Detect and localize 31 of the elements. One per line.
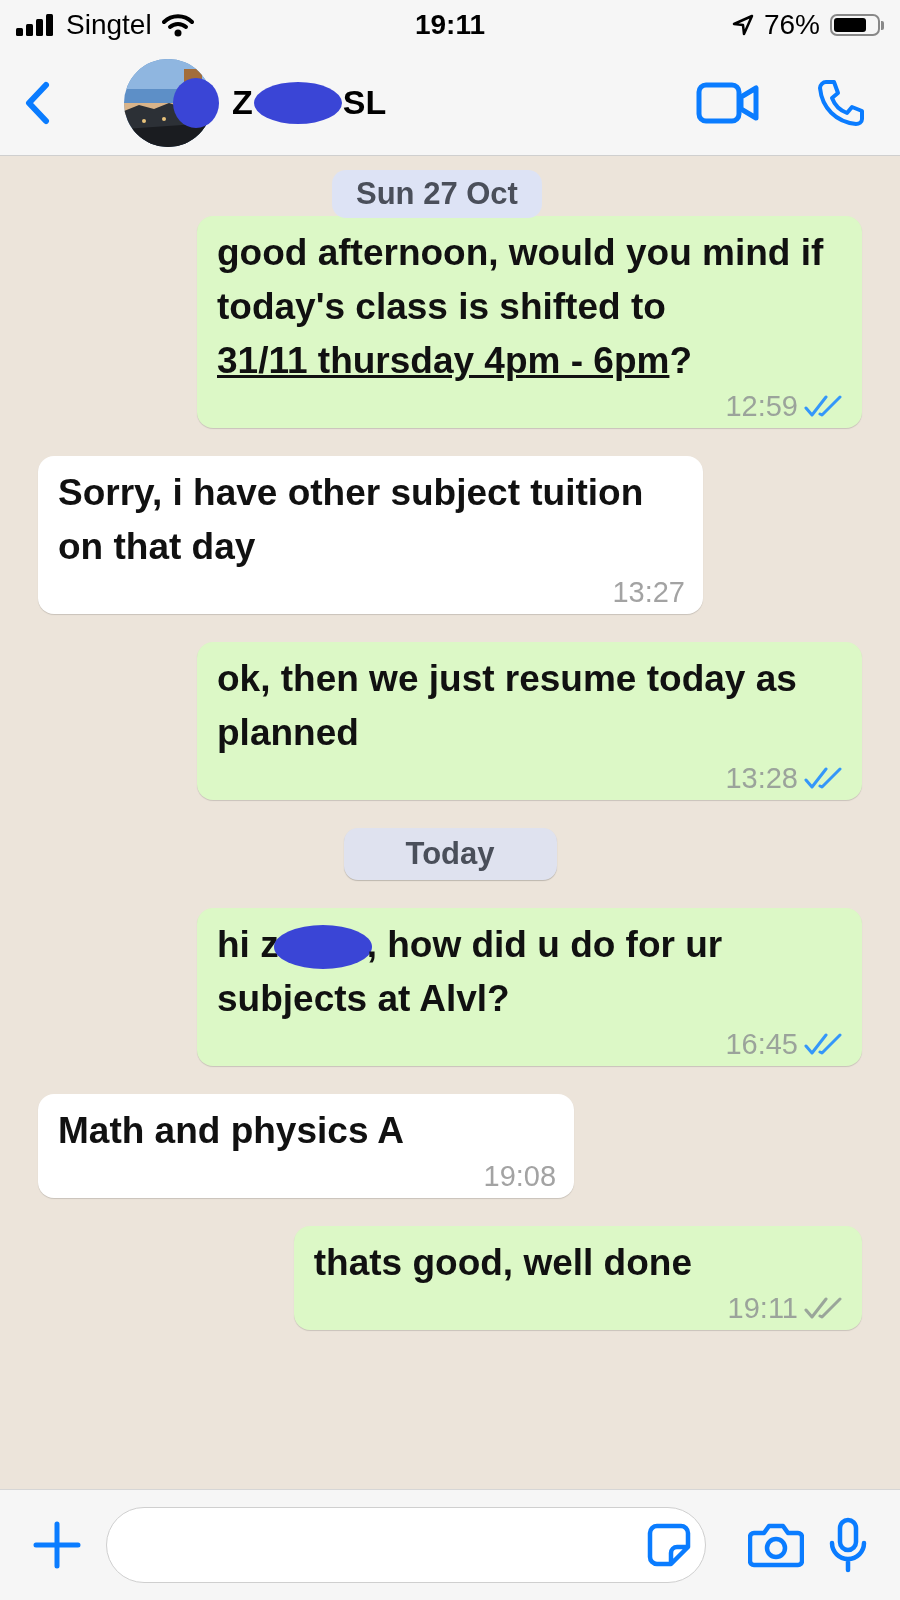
- message-text: good afternoon, would you mind if today's class is shifted to 31/11 thursday 4pm - 6pm?: [217, 232, 824, 381]
- carrier-name: Singtel: [66, 9, 152, 41]
- wifi-icon: [161, 13, 194, 37]
- phone-icon[interactable]: [816, 77, 866, 128]
- message-text: ok, then we just resume today as planned: [217, 658, 797, 753]
- date-label: Sun 27 Oct: [332, 170, 542, 218]
- sticker-icon[interactable]: [647, 1523, 691, 1567]
- message-time: 13:28: [725, 763, 798, 793]
- date-link[interactable]: 31/11 thursday 4pm - 6pm: [217, 340, 670, 381]
- signal-icon: [16, 14, 56, 36]
- plus-icon[interactable]: [32, 1520, 82, 1570]
- message-text: Sorry, i have other subject tuition on that day: [58, 472, 644, 567]
- contact-name[interactable]: SL: [342, 83, 387, 122]
- microphone-icon[interactable]: [828, 1517, 868, 1573]
- back-icon[interactable]: [24, 80, 50, 125]
- message-time: 19:11: [727, 1293, 798, 1323]
- battery-percent: 76%: [763, 9, 820, 41]
- message-time: 19:08: [483, 1161, 557, 1191]
- status-time: 19:11: [414, 9, 486, 41]
- message-text: hi z , how did u do for ur subjects at Alvl?: [217, 924, 723, 1019]
- camera-icon[interactable]: [748, 1521, 804, 1569]
- message-time: 13:27: [612, 577, 685, 607]
- contact-name[interactable]: Z: [232, 83, 253, 122]
- date-label: Today: [343, 828, 557, 880]
- message-text: thats good, well done: [313, 1242, 692, 1283]
- video-call-icon[interactable]: [696, 80, 760, 125]
- battery-icon: [830, 14, 884, 36]
- message-time: 12:59: [725, 391, 798, 421]
- message-text: Math and physics A: [58, 1110, 405, 1151]
- message-time: 16:45: [725, 1029, 798, 1059]
- location-icon: [731, 14, 754, 36]
